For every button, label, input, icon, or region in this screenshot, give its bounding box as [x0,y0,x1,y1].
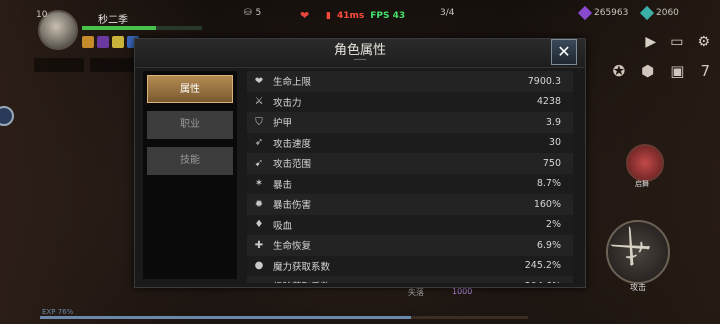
stat-label: 攻击力 [273,97,302,109]
skill-label: 启舞 [635,180,649,188]
network-status: ▮ 41ms FPS 43 [326,11,405,21]
buff-icon[interactable] [97,36,109,48]
lifesteal-icon: ♦ [254,219,264,231]
stat-row: ➹ 攻击范围 750 [247,153,573,174]
stat-value: 3.9 [545,116,561,128]
teal-gem-value: 2060 [656,8,679,18]
right-hud-top: ▶ ▭ ⚙ [645,34,710,50]
crit-icon: ✶ [254,178,264,190]
chat-icon[interactable]: ▭ [670,34,683,50]
stat-value: 160% [533,198,561,210]
buff-icon[interactable] [82,36,94,48]
stat-label: 护甲 [273,118,293,130]
tab-list: 属性 职业 技能 [143,71,237,279]
coin-counter: ⛁ 5 [244,8,261,18]
close-icon: ✕ [557,42,571,61]
speed-icon: ➶ [254,137,264,149]
stat-row: ⛉ 护甲 3.9 [247,112,573,133]
stat-label: 暴击 [273,179,293,191]
star-icon[interactable]: ✪ [613,62,626,80]
hp-fill [82,26,157,30]
teal-gem-icon [639,5,655,21]
stat-label: 生命上限 [273,77,312,89]
player-name: 秒二季 [98,15,128,26]
coin-value: 5 [255,8,262,18]
exp-label: EXP 76% [42,308,74,316]
stat-row: ⚔ 攻击力 4238 [247,91,573,112]
stat-value: 8.7% [536,178,561,190]
attack-label: 攻击 [630,283,646,292]
stat-value: 7900.3 [527,75,561,87]
play-icon[interactable]: ▶ [645,34,656,50]
purple-gem-icon [577,5,593,21]
skill-button[interactable] [626,144,664,182]
panel-title: 角色属性 [333,43,386,58]
stats-list[interactable]: ❤ 生命上限 7900.3 ⚔ 攻击力 4238 ⛉ 护甲 3.9 ➶ 攻击速度 30 ➹ 攻击范围 750… [247,71,573,283]
teal-gem-counter: 2060 [639,5,679,21]
stat-row: ❤ 生命上限 7900.3 [247,71,573,92]
mana-icon: ● [254,260,264,272]
range-icon: ➹ [254,157,264,169]
top-hud: 10 秒二季 ⛁ 5 ❤ ▮ 41ms FPS 43 3/4 265963 20… [0,0,720,50]
stat-row: ✶ 暴击 8.7% [247,173,573,194]
right-hud-row: ✪ ⬢ ▣ 7 [613,62,710,80]
close-button[interactable]: ✕ [551,39,577,65]
stat-value: 2% [545,219,561,231]
signal-icon: ▮ [326,11,331,21]
player-hp-bar [82,26,202,30]
character-stats-panel: 角色属性 ✕ 属性 职业 技能 ❤ 生命上限 7900.3 ⚔ 攻击力 4238 ⛉ 护甲 3.… [134,38,586,288]
sword-icon: ⚔ [254,96,264,108]
left-quick-slots [34,58,140,72]
rune-icon[interactable]: ⬢ [641,62,654,80]
tab-skills[interactable]: 技能 [147,147,233,175]
count-a: 3/4 [440,8,454,18]
stat-value: 245.2% [524,260,561,272]
buff-icon[interactable] [112,36,124,48]
ping-value: 41ms [336,11,365,21]
heart-icon: ❤ [254,75,264,87]
exp-icon: EXP [251,280,266,283]
heart-icon: ❤ [300,9,310,22]
stat-label: 魔力获取系数 [273,261,331,273]
stat-row: ✹ 暴击伤害 160% [247,194,573,215]
stat-row: ♦ 吸血 2% [247,214,573,235]
stat-label: 经验获取系数 [273,279,525,283]
quick-slot[interactable] [34,58,84,72]
fps-value: FPS 43 [370,11,406,21]
stat-label: 生命恢复 [273,241,312,253]
seven-icon[interactable]: 7 [700,62,710,80]
buff-list [82,36,139,48]
tab-class[interactable]: 职业 [147,111,233,139]
quick-slot[interactable] [90,58,140,72]
stat-row: ● 魔力获取系数 245.2% [247,255,573,276]
stat-value: 6.9% [536,239,561,251]
exp-fill [40,316,411,319]
shield-icon: ⛉ [255,116,263,128]
purple-gem-counter: 265963 [577,5,629,21]
lock-icon[interactable]: ▣ [670,62,684,80]
player-level: 10 [36,10,48,20]
regen-icon: ✚ [254,239,264,251]
mid-value: 1000 [452,287,473,296]
stat-row: EXP 经验获取系数204.6% [247,276,573,283]
tab-attributes[interactable]: 属性 [147,75,233,103]
stat-value: 204.6% [525,281,573,283]
exp-bar [40,316,528,319]
purple-gem-value: 265963 [594,8,629,18]
stat-label: 吸血 [273,220,293,232]
stat-label: 攻击速度 [273,138,312,150]
stat-label: 暴击伤害 [273,200,312,212]
coin-icon: ⛁ [244,8,252,18]
crit-damage-icon: ✹ [254,198,264,210]
stat-row: ✚ 生命恢复 6.9% [247,235,573,256]
stat-row: ➶ 攻击速度 30 [247,132,573,153]
title-ornament [354,59,366,64]
stat-value: 4238 [536,96,561,108]
gear-icon[interactable]: ⚙ [697,34,710,50]
mid-button-label[interactable]: 失落 [408,287,424,298]
stat-label: 攻击范围 [273,159,312,171]
stat-value: 30 [548,137,561,149]
count-a-value: 3/4 [440,8,455,18]
stat-value: 750 [542,157,561,169]
